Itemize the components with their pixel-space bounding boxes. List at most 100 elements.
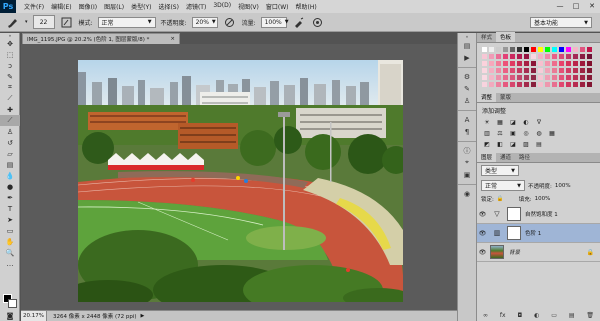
photo-filter-icon[interactable]: ◎	[521, 129, 531, 138]
channel-mixer-icon[interactable]: ◍	[534, 129, 544, 138]
color-swatch[interactable]	[516, 74, 523, 81]
color-swatch[interactable]	[537, 46, 544, 53]
color-swatch[interactable]	[551, 53, 558, 60]
zoom-tool-icon[interactable]: 🔍	[0, 247, 20, 258]
color-swatch[interactable]	[565, 81, 572, 88]
gradient-tool-icon[interactable]: ▤	[0, 159, 20, 170]
color-swatch[interactable]	[488, 60, 495, 67]
maximize-button[interactable]: □	[570, 1, 582, 11]
color-swatch[interactable]	[502, 53, 509, 60]
tool-preset-arrow-icon[interactable]: ▾	[25, 19, 28, 25]
color-swatch[interactable]	[481, 46, 488, 53]
color-swatch[interactable]	[565, 60, 572, 67]
color-swatch[interactable]	[537, 74, 544, 81]
color-swatch[interactable]	[481, 67, 488, 74]
color-swatch[interactable]	[530, 46, 537, 53]
color-swatch[interactable]	[572, 74, 579, 81]
airbrush-icon[interactable]	[292, 15, 306, 29]
menu-type[interactable]: 类型(Y)	[131, 2, 151, 11]
character-panel-icon[interactable]: A	[458, 114, 476, 125]
color-swatch[interactable]	[537, 67, 544, 74]
color-swatch[interactable]	[509, 46, 516, 53]
history-brush-tool-icon[interactable]: ↺	[0, 137, 20, 148]
add-mask-icon[interactable]: ◘	[517, 312, 522, 319]
tab-layers[interactable]: 图层	[477, 152, 497, 162]
color-swatch[interactable]	[579, 81, 586, 88]
color-swatch[interactable]	[586, 60, 593, 67]
visibility-eye-icon[interactable]: 👁	[477, 211, 488, 218]
eraser-tool-icon[interactable]: ▱	[0, 148, 20, 159]
menu-help[interactable]: 帮助(H)	[296, 2, 317, 11]
color-swatch[interactable]	[495, 60, 502, 67]
color-swatch[interactable]	[565, 53, 572, 60]
exposure-icon[interactable]: ◐	[521, 118, 531, 127]
color-swatch[interactable]	[572, 67, 579, 74]
color-swatch[interactable]	[586, 81, 593, 88]
pressure-opacity-icon[interactable]	[223, 15, 237, 29]
layer-row-levels[interactable]: 👁 ▥ 色阶 1	[477, 224, 600, 243]
actions-panel-icon[interactable]: ▶	[458, 52, 476, 63]
color-swatch[interactable]	[488, 74, 495, 81]
color-swatch[interactable]	[579, 60, 586, 67]
color-swatch[interactable]	[572, 53, 579, 60]
color-swatch[interactable]	[495, 67, 502, 74]
color-swatch[interactable]	[495, 53, 502, 60]
color-swatch[interactable]	[530, 60, 537, 67]
color-swatch[interactable]	[544, 67, 551, 74]
dock-collapse-icon[interactable]: «	[458, 34, 476, 39]
brush-size-picker[interactable]: 22	[32, 15, 55, 29]
color-swatch[interactable]	[586, 53, 593, 60]
move-tool-icon[interactable]: ✥	[0, 38, 20, 49]
color-swatch[interactable]	[544, 46, 551, 53]
tab-swatches[interactable]: 色板	[496, 32, 516, 42]
workspace-select[interactable]: 基本功能 ▼	[530, 17, 592, 28]
menu-view[interactable]: 视图(V)	[238, 2, 259, 11]
brush-tool-icon[interactable]: ⟋	[0, 115, 20, 126]
layer-style-icon[interactable]: fx	[500, 312, 506, 319]
curves-icon[interactable]: ◪	[508, 118, 518, 127]
gradient-map-icon[interactable]: ▤	[534, 140, 544, 149]
color-swatch[interactable]	[551, 46, 558, 53]
color-swatch[interactable]	[509, 74, 516, 81]
color-swatch[interactable]	[579, 46, 586, 53]
type-tool-icon[interactable]: T	[0, 203, 20, 214]
tab-paths[interactable]: 路径	[515, 152, 534, 162]
color-swatch[interactable]	[495, 74, 502, 81]
color-panel-icon[interactable]: ◉	[458, 188, 476, 199]
visibility-eye-icon[interactable]: 👁	[477, 230, 488, 237]
color-swatch[interactable]	[551, 74, 558, 81]
new-group-icon[interactable]: ▭	[551, 312, 557, 319]
color-swatch[interactable]	[488, 67, 495, 74]
color-swatch[interactable]	[523, 81, 530, 88]
brush-presets-icon[interactable]: ✎	[458, 83, 476, 94]
color-lookup-icon[interactable]: ▦	[547, 129, 557, 138]
menu-window[interactable]: 窗口(W)	[266, 2, 289, 11]
menu-filter[interactable]: 滤镜(T)	[186, 2, 206, 11]
lock-icon[interactable]: 🔒	[497, 196, 504, 202]
status-menu-arrow-icon[interactable]: ▶	[141, 313, 145, 319]
levels-icon[interactable]: ▦	[495, 118, 505, 127]
new-layer-icon[interactable]: ▤	[569, 312, 575, 319]
dodge-tool-icon[interactable]: ●	[0, 181, 20, 192]
info-panel-icon[interactable]: ⓘ	[458, 145, 476, 156]
layer-opacity-value[interactable]: 100%	[555, 183, 571, 189]
color-swatch[interactable]	[558, 74, 565, 81]
color-balance-icon[interactable]: ⚖	[495, 129, 505, 138]
color-swatch[interactable]	[537, 81, 544, 88]
color-swatch[interactable]	[544, 81, 551, 88]
color-swatch[interactable]	[544, 74, 551, 81]
brush-panel-icon[interactable]: ⚙	[458, 71, 476, 82]
visibility-eye-icon[interactable]: 👁	[477, 249, 488, 256]
color-swatch[interactable]	[495, 46, 502, 53]
color-swatch[interactable]	[488, 53, 495, 60]
paragraph-panel-icon[interactable]: ¶	[458, 126, 476, 137]
layer-comps-icon[interactable]: ▣	[458, 169, 476, 180]
color-swatch[interactable]	[481, 74, 488, 81]
color-swatch[interactable]	[495, 81, 502, 88]
color-swatch[interactable]	[572, 60, 579, 67]
close-button[interactable]: ✕	[586, 1, 598, 11]
marquee-tool-icon[interactable]: ⬚	[0, 49, 20, 60]
brightness-contrast-icon[interactable]: ☀	[482, 118, 492, 127]
color-swatch[interactable]	[502, 74, 509, 81]
color-swatch[interactable]	[558, 46, 565, 53]
